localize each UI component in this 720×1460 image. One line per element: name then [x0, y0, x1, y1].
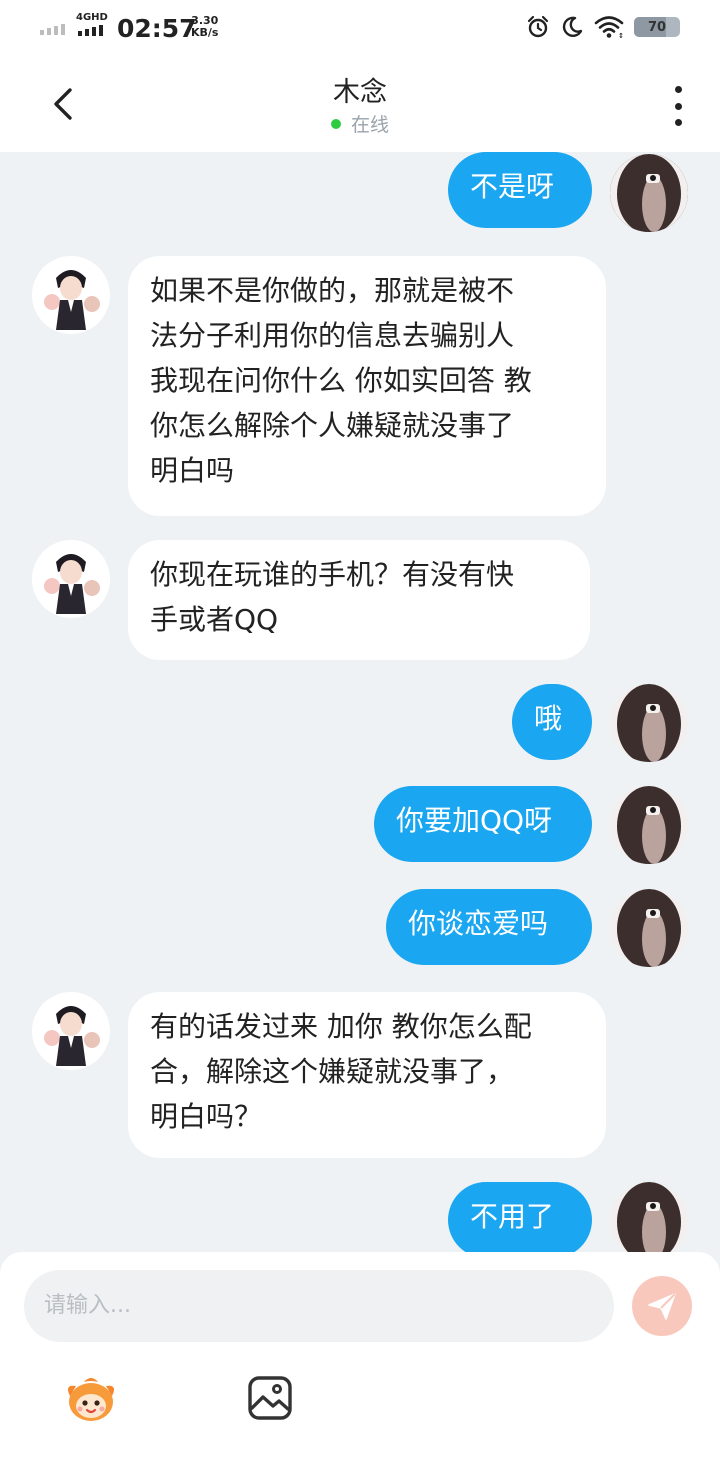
message-input[interactable]: 请输入...: [24, 1270, 614, 1342]
network-speed: 3.30 KB/s: [191, 15, 218, 39]
battery-level: 70: [647, 19, 667, 35]
network-speed-unit: KB/s: [191, 26, 219, 39]
my-avatar[interactable]: [610, 684, 688, 762]
svg-text:↕: ↕: [618, 32, 624, 39]
contact-avatar[interactable]: [32, 256, 110, 334]
image-icon: [248, 1376, 292, 1420]
online-status-text: 在线: [350, 114, 389, 136]
battery-icon: 70: [634, 17, 680, 37]
status-bar: 4GHD 02:57 3.30 KB/s ↕ 70: [0, 0, 720, 56]
more-vertical-icon: [674, 86, 682, 93]
alarm-icon: [527, 15, 549, 38]
send-button[interactable]: [632, 1276, 692, 1336]
message-bubble[interactable]: 你现在玩谁的手机？有没有快 手或者QQ: [128, 540, 590, 660]
contact-avatar[interactable]: [32, 540, 110, 618]
online-indicator: [330, 118, 341, 129]
wifi-icon: ↕: [594, 16, 624, 39]
image-button[interactable]: [246, 1374, 294, 1422]
message-bubble[interactable]: 哦: [512, 684, 592, 760]
message-list[interactable]: 不是呀 如果不是你做的，那就是被不 法分子利用你的信息去骗别人 我现在问你什么 …: [0, 152, 720, 1252]
online-status: 在线: [0, 110, 720, 137]
emoji-mascot-icon: [68, 1378, 114, 1421]
my-avatar[interactable]: [610, 1182, 688, 1252]
emoji-button[interactable]: [62, 1374, 120, 1424]
message-bubble[interactable]: 不是呀: [448, 152, 592, 228]
message-composer: 请输入...: [0, 1252, 720, 1460]
message-bubble[interactable]: 不用了: [448, 1182, 592, 1252]
sim2-signal-icon: [78, 25, 103, 36]
contact-name: 木念: [333, 77, 387, 108]
network-type: 4GHD: [76, 12, 108, 23]
message-bubble[interactable]: 你谈恋爱吗: [386, 889, 592, 965]
message-bubble[interactable]: 有的话发过来 加你 教你怎么配 合，解除这个嫌疑就没事了， 明白吗？: [128, 992, 606, 1158]
my-avatar[interactable]: [610, 889, 688, 967]
sim1-signal-icon: [40, 24, 65, 35]
send-icon: [648, 1293, 676, 1320]
clock: 02:57: [117, 14, 197, 43]
chat-header: 木念 在线: [0, 56, 720, 152]
my-avatar[interactable]: [610, 154, 688, 232]
my-avatar[interactable]: [610, 786, 688, 864]
contact-avatar[interactable]: [32, 992, 110, 1070]
moon-icon: [562, 16, 583, 37]
message-bubble[interactable]: 你要加QQ呀: [374, 786, 592, 862]
message-bubble[interactable]: 如果不是你做的，那就是被不 法分子利用你的信息去骗别人 我现在问你什么 你如实回…: [128, 256, 606, 516]
more-options-button[interactable]: [672, 86, 684, 126]
